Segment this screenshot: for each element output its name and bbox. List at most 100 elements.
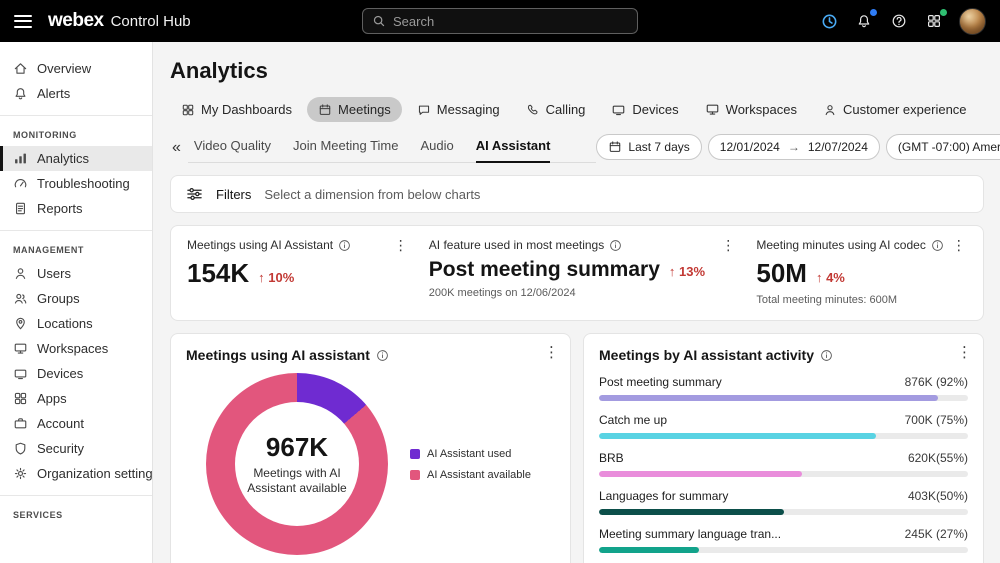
sidebar-divider (0, 115, 152, 116)
collapse-chevrons-icon[interactable]: « (170, 139, 188, 163)
bar-track (599, 433, 968, 439)
user-icon (13, 266, 28, 281)
primary-tabs: My Dashboards Meetings Messaging Calling Dev… (170, 97, 984, 122)
kpi-value: 50M (756, 258, 807, 288)
subtab-ai-assistant[interactable]: AI Assistant (475, 138, 550, 163)
search-input[interactable] (393, 13, 628, 29)
tab-label: Customer experience (842, 102, 967, 117)
brand-product: Control Hub (110, 13, 191, 30)
activity-card-header: Meetings by AI assistant activity (599, 347, 968, 363)
sidebar-item-organization-settings[interactable]: Organization settings (0, 461, 152, 486)
bar-label: Meeting summary language tran... (599, 527, 782, 541)
legend-label: AI Assistant available (427, 468, 531, 481)
sidebar-item-groups[interactable]: Groups (0, 286, 152, 311)
info-icon[interactable] (376, 349, 389, 362)
tab-devices[interactable]: Devices (600, 97, 689, 122)
sidebar-item-label: Analytics (37, 151, 90, 166)
date-preset-label: Last 7 days (628, 140, 690, 154)
info-icon[interactable] (931, 239, 944, 252)
shell: Overview Alerts MONITORING Analytics Trouble… (0, 42, 1000, 563)
gear-icon (13, 466, 28, 481)
tab-workspaces[interactable]: Workspaces (694, 97, 808, 122)
tab-messaging[interactable]: Messaging (406, 97, 511, 122)
sidebar-item-users[interactable]: Users (0, 261, 152, 286)
help-icon[interactable] (889, 11, 909, 31)
sidebar-item-troubleshooting[interactable]: Troubleshooting (0, 171, 152, 196)
kpi-meeting-minutes-using-ai-codec: Meeting minutes using AI codec ⋮ 50M ↑ 4… (756, 238, 967, 306)
chart-icon (13, 151, 28, 166)
sidebar-item-alerts[interactable]: Alerts (0, 81, 152, 106)
tab-calling[interactable]: Calling (515, 97, 597, 122)
bar-fill (599, 433, 876, 439)
sidebar-item-security[interactable]: Security (0, 436, 152, 461)
sidebar-item-locations[interactable]: Locations (0, 311, 152, 336)
info-icon[interactable] (609, 239, 622, 252)
kpi-meetings-using-ai-assistant: Meetings using AI Assistant ⋮ 154K ↑ 10% (187, 238, 429, 306)
recents-clock-icon[interactable] (819, 11, 839, 31)
arrow-up-icon: ↑ (258, 270, 265, 285)
sidebar-item-account[interactable]: Account (0, 411, 152, 436)
home-icon (13, 61, 28, 76)
tab-customer-experience[interactable]: Customer experience (812, 97, 978, 122)
bar-value: 245K (27%) (904, 527, 968, 541)
timezone-select[interactable]: (GMT -07:00) America... ▾ (885, 134, 1000, 160)
kpi-delta: ↑ 10% (258, 270, 295, 285)
bar-fill (599, 395, 939, 401)
tab-meetings[interactable]: Meetings (307, 97, 402, 122)
notifications-bell-icon[interactable] (854, 8, 878, 31)
sidebar-nav: Overview Alerts MONITORING Analytics Trouble… (0, 42, 153, 563)
page-title: Analytics (170, 58, 268, 83)
activity-card-title: Meetings by AI assistant activity (599, 347, 814, 363)
whats-new-grid-icon[interactable] (924, 8, 948, 31)
user-avatar[interactable] (959, 7, 986, 35)
calendar-icon (608, 140, 622, 154)
kebab-menu-icon[interactable]: ⋮ (391, 238, 411, 252)
shield-icon (13, 441, 28, 456)
kpi-value: 154K (187, 258, 250, 288)
filters-bar[interactable]: Filters Select a dimension from below ch… (170, 175, 984, 213)
kebab-menu-icon[interactable]: ⋮ (957, 345, 972, 360)
donut-center-value: 967K (265, 432, 329, 462)
tab-label: Calling (545, 102, 586, 117)
tabs-overflow-chevron-icon[interactable]: » (996, 100, 1000, 120)
monitor-icon (13, 341, 28, 356)
tab-my-dashboards[interactable]: My Dashboards (170, 97, 303, 122)
donut-chart-card: Meetings using AI assistant ⋮ 967K Meeti… (170, 333, 571, 563)
filter-icon (186, 187, 203, 201)
kebab-menu-icon[interactable]: ⋮ (544, 345, 559, 360)
date-range-picker[interactable]: 12/01/2024 → 12/07/2024 (707, 134, 880, 160)
subtab-join-meeting-time[interactable]: Join Meeting Time (293, 138, 399, 162)
subtab-audio[interactable]: Audio (421, 138, 454, 162)
sidebar-item-devices[interactable]: Devices (0, 361, 152, 386)
sidebar-item-overview[interactable]: Overview (0, 56, 152, 81)
kebab-menu-icon[interactable]: ⋮ (949, 238, 969, 252)
sidebar-item-reports[interactable]: Reports (0, 196, 152, 221)
kebab-menu-icon[interactable]: ⋮ (718, 238, 738, 252)
subtab-label: Video Quality (193, 138, 271, 153)
donut-chart[interactable]: 967K Meetings with AI Assistant availabl… (206, 373, 388, 555)
sidebar-item-label: Overview (37, 61, 92, 76)
help-glyph (891, 13, 907, 29)
search-bar[interactable] (362, 8, 638, 34)
sidebar-item-workspaces[interactable]: Workspaces (0, 336, 152, 361)
kpi-subtext: 200K meetings on 12/06/2024 (428, 287, 576, 299)
date-preset-button[interactable]: Last 7 days (596, 134, 702, 160)
app-root: webex Control Hub Overview Alerts MONITORI… (0, 0, 1000, 563)
info-icon[interactable] (338, 239, 351, 252)
sidebar-section-management: MANAGEMENT (13, 245, 84, 255)
topbar-actions (819, 7, 986, 35)
filters-hint: Select a dimension from below charts (264, 186, 481, 202)
device-icon (611, 102, 626, 117)
start-date: 12/01/2024 (719, 140, 780, 154)
info-icon[interactable] (820, 349, 833, 362)
whats-new-badge (939, 8, 948, 17)
sidebar-item-analytics[interactable]: Analytics (0, 146, 152, 171)
hamburger-menu-button[interactable] (14, 14, 32, 28)
sidebar-item-apps[interactable]: Apps (0, 386, 152, 411)
legend-item-ai-assistant-used: AI Assistant used (410, 448, 531, 460)
bell-icon (13, 86, 28, 101)
subtab-video-quality[interactable]: Video Quality (194, 138, 271, 162)
bar-label: BRB (599, 451, 624, 465)
sidebar-divider (0, 495, 152, 496)
person-icon (823, 103, 837, 117)
